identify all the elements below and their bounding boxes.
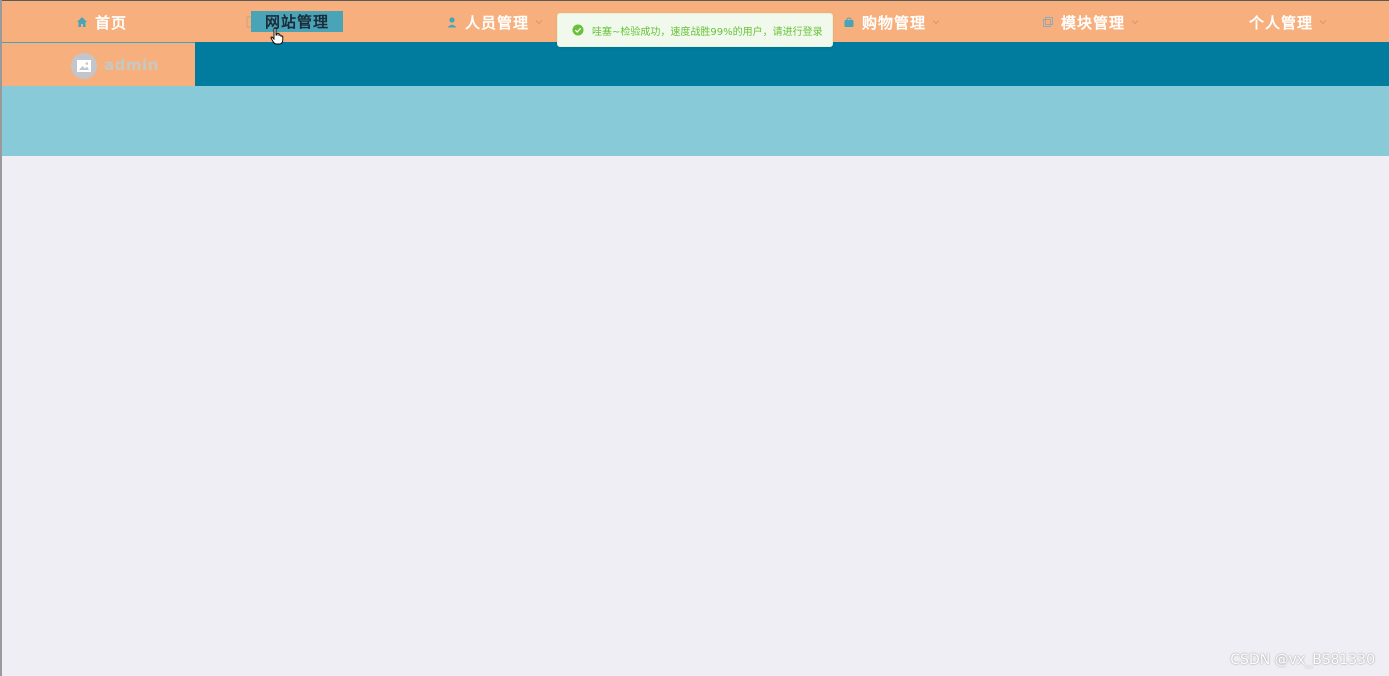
user-box[interactable]: admin — [2, 42, 195, 86]
toast-message: 哇塞~检验成功，速度战胜99%的用户，请进行登录 — [592, 26, 823, 38]
main-content — [2, 156, 1389, 676]
nav-item-home-label: 首页 — [95, 13, 128, 32]
bag-icon — [842, 15, 856, 29]
copy-icon — [1041, 15, 1055, 29]
user-icon — [445, 15, 459, 29]
nav-item-personnel[interactable]: 人员管理 — [445, 1, 545, 43]
chevron-down-icon — [1131, 17, 1141, 27]
nav-item-modules-label: 模块管理 — [1061, 13, 1126, 32]
chevron-down-icon — [535, 17, 545, 27]
avatar[interactable] — [71, 53, 97, 79]
nav-item-shopping[interactable]: 购物管理 — [842, 1, 942, 43]
home-icon — [75, 15, 89, 29]
nav-item-website[interactable]: 网站管理 — [251, 11, 344, 32]
sub-header-bar: admin — [2, 42, 1389, 86]
nav-item-personal[interactable]: 个人管理 — [1249, 1, 1329, 43]
chevron-down-icon — [1319, 17, 1329, 27]
nav-item-personal-label: 个人管理 — [1249, 13, 1314, 32]
check-circle-icon — [572, 24, 584, 36]
banner — [2, 86, 1389, 156]
app-frame: 首页 网站管理 人员管理 购物管理 模块管理 个人管理 admin 哇塞~检验成… — [0, 0, 1389, 676]
hand-cursor-icon — [270, 27, 284, 45]
username: admin — [104, 56, 159, 74]
nav-item-shopping-label: 购物管理 — [862, 13, 927, 32]
chevron-down-icon — [932, 17, 942, 27]
watermark: CSDN @vx_BS81330 — [1230, 652, 1375, 668]
nav-item-modules[interactable]: 模块管理 — [1041, 1, 1141, 43]
nav-item-home[interactable]: 首页 — [75, 1, 127, 43]
nav-item-personnel-label: 人员管理 — [465, 13, 530, 32]
image-placeholder-icon — [77, 57, 91, 76]
success-toast: 哇塞~检验成功，速度战胜99%的用户，请进行登录 — [557, 13, 833, 47]
